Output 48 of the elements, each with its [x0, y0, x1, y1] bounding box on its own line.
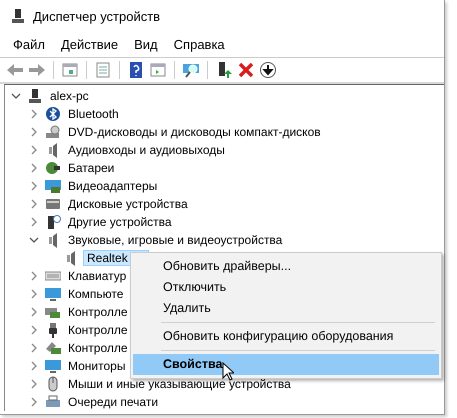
tree-item[interactable]: DVD-дисководы и дисководы компакт-дисков	[65, 125, 324, 139]
monitor-icon	[45, 358, 61, 374]
tree-item[interactable]: Контролле	[65, 341, 131, 355]
mouse-cursor-icon	[222, 362, 234, 381]
tree-item[interactable]: alex-pc	[47, 89, 92, 103]
tree-item[interactable]: Компьюте	[65, 287, 126, 301]
menu-item[interactable]: Файл	[6, 36, 52, 53]
back-button[interactable]	[6, 61, 24, 79]
context-menu-item[interactable]: Удалить	[133, 298, 439, 319]
unknown-device-icon	[45, 214, 61, 230]
storage-controller-icon	[45, 340, 61, 356]
tree-item[interactable]: Контролле	[65, 323, 131, 337]
computer-icon	[27, 88, 43, 104]
properties-button[interactable]	[94, 61, 112, 79]
action-pane-button[interactable]	[149, 61, 167, 79]
context-menu-item[interactable]: Свойства	[133, 354, 439, 375]
window-title: Диспетчер устройств	[33, 8, 160, 24]
download-button[interactable]	[259, 61, 277, 79]
tree-item[interactable]: Аудиовходы и аудиовыходы	[65, 143, 228, 157]
help-button[interactable]	[127, 61, 145, 79]
tree-item[interactable]: Мониторы	[65, 359, 128, 373]
tree-item[interactable]: Дисковые устройства	[65, 197, 191, 211]
printer-icon	[45, 394, 61, 410]
menu-item[interactable]: Действие	[54, 36, 126, 53]
menu-item[interactable]: Вид	[127, 36, 165, 53]
tree-item[interactable]: Батареи	[65, 161, 118, 175]
tree-item[interactable]: Видеоадаптеры	[65, 179, 160, 193]
context-menu-item[interactable]: Отключить	[133, 277, 439, 298]
tree-item[interactable]: Клавиатур	[65, 269, 130, 283]
drive-icon	[45, 196, 61, 212]
tree-item[interactable]: Другие устройства	[65, 215, 175, 229]
display-adapter-icon	[45, 178, 61, 194]
device-manager-icon	[10, 8, 26, 24]
bluetooth-icon	[45, 106, 61, 122]
tree-item[interactable]: Очереди печати	[65, 395, 162, 409]
scan-hardware-button[interactable]	[182, 61, 200, 79]
context-menu-item[interactable]: Обновить конфигурацию оборудования	[133, 326, 439, 347]
tree-item[interactable]: Мыши и иные указывающие устройства	[65, 377, 294, 391]
tree-item[interactable]: Контролле	[65, 305, 131, 319]
tree-item[interactable]: Звуковые, игровые и видеоустройства	[65, 233, 286, 247]
tree-item[interactable]: Bluetooth	[65, 107, 122, 121]
console-tree-button[interactable]	[61, 61, 79, 79]
forward-button[interactable]	[28, 61, 46, 79]
menu-item[interactable]: Справка	[166, 36, 232, 53]
battery-icon	[45, 160, 61, 176]
disc-drive-icon	[45, 124, 61, 140]
close-icon[interactable]	[237, 61, 255, 79]
monitor-icon	[45, 286, 61, 302]
